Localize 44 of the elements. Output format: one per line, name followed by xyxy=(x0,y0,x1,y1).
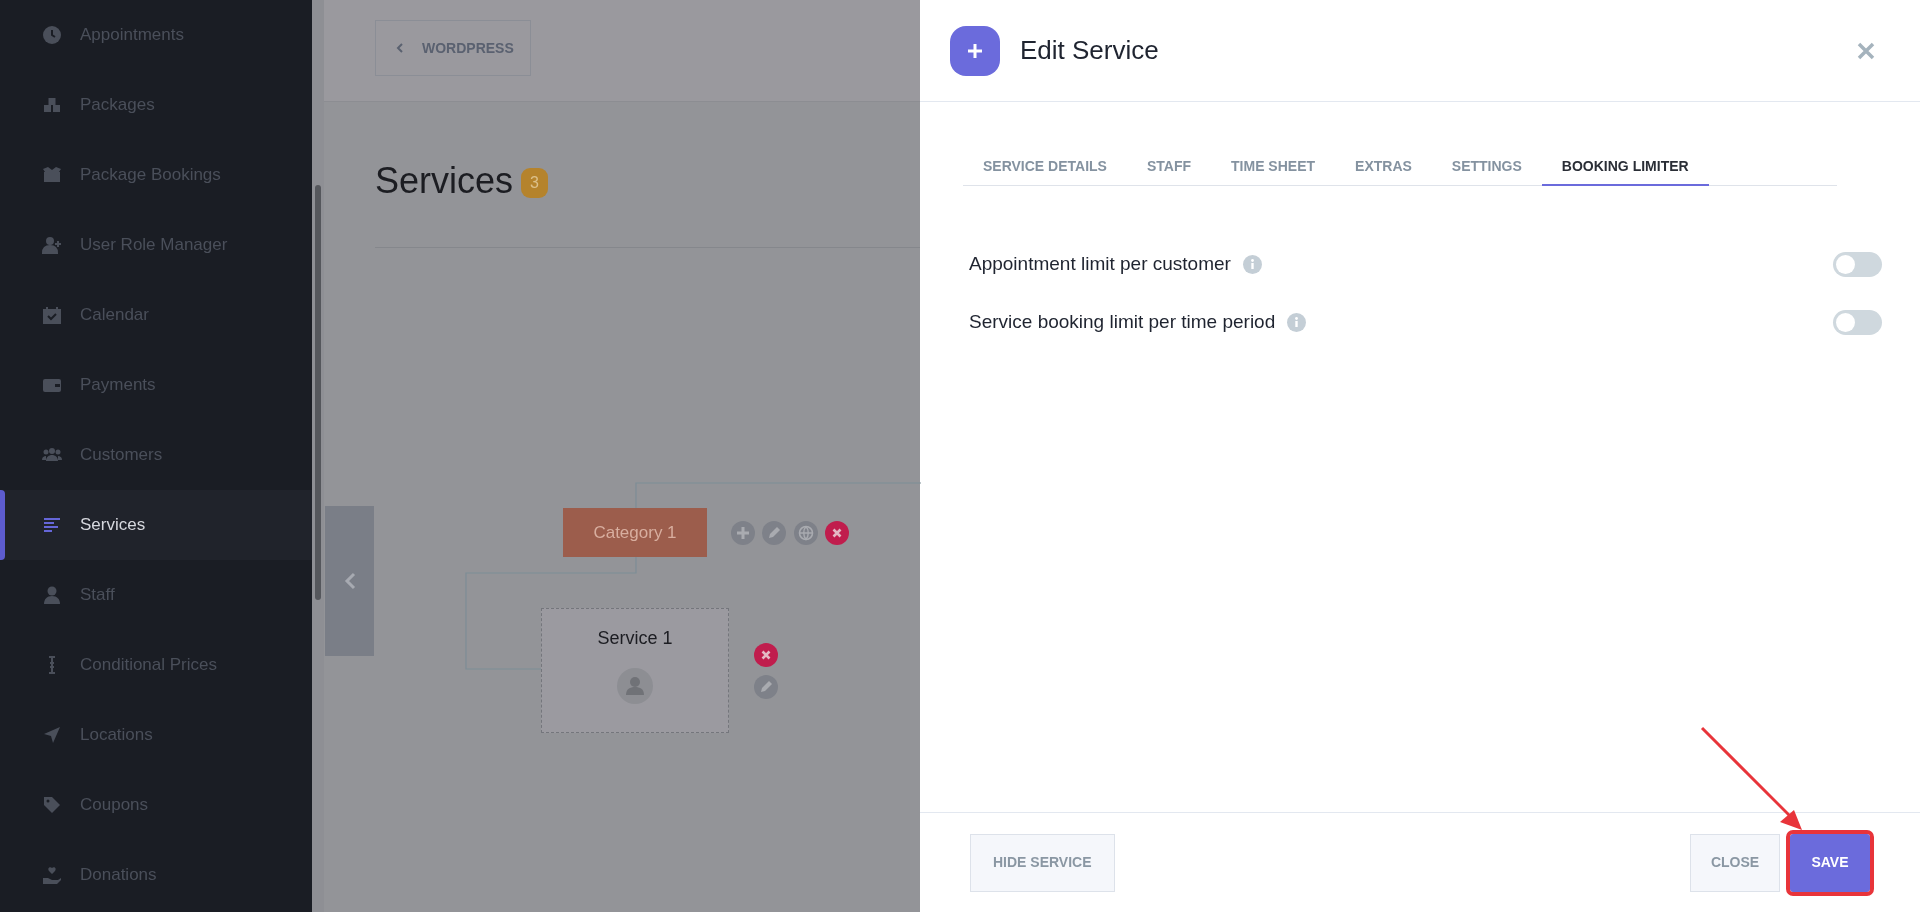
toggle-switch[interactable] xyxy=(1833,251,1882,277)
modal-title: Edit Service xyxy=(1020,34,1159,67)
collapse-handle[interactable] xyxy=(325,506,374,656)
tab[interactable]: SERVICE DETAILS xyxy=(963,149,1127,186)
close-icon[interactable] xyxy=(1856,40,1876,61)
count-badge: 3 xyxy=(521,168,548,198)
tab[interactable]: SETTINGS xyxy=(1431,149,1542,186)
info-icon xyxy=(1242,254,1262,274)
menu-item-icon xyxy=(42,515,62,535)
menu-item-icon xyxy=(42,305,62,325)
globe-icon[interactable] xyxy=(794,521,818,545)
tab[interactable]: EXTRAS xyxy=(1335,149,1432,186)
edit-icon[interactable] xyxy=(762,521,786,545)
tab[interactable]: BOOKING LIMITER xyxy=(1541,149,1709,186)
toggle-switch[interactable] xyxy=(1833,309,1882,335)
tab[interactable]: TIME SHEET xyxy=(1211,149,1336,186)
scrollbar[interactable] xyxy=(312,0,324,912)
menu-item-icon xyxy=(42,165,62,185)
setting-label: Appointment limit per customer xyxy=(969,251,1231,276)
tab[interactable]: STAFF xyxy=(1126,149,1212,186)
menu-item-icon xyxy=(42,865,62,885)
add-icon[interactable] xyxy=(731,521,755,545)
close-button[interactable]: CLOSE xyxy=(1690,833,1780,892)
avatar-icon xyxy=(617,668,653,704)
menu-item-icon xyxy=(42,25,62,45)
service-card[interactable]: Service 1 xyxy=(541,608,729,733)
menu-item-icon xyxy=(42,235,62,255)
menu-item-icon xyxy=(42,725,62,745)
delete-icon[interactable] xyxy=(754,643,778,667)
category-node[interactable]: Category 1 xyxy=(563,508,707,557)
hide-service-button[interactable]: HIDE SERVICE xyxy=(970,833,1115,892)
plus-icon xyxy=(950,25,1000,76)
menu-item-icon xyxy=(42,795,62,815)
menu-item-icon xyxy=(42,95,62,115)
menu-item-icon xyxy=(42,585,62,605)
chevron-left-icon xyxy=(396,43,404,53)
page-title: Services xyxy=(375,159,514,203)
setting-label: Service booking limit per time period xyxy=(969,309,1276,334)
info-icon xyxy=(1287,312,1307,332)
chevron-left-icon xyxy=(343,572,356,590)
back-button[interactable]: WORDPRESS xyxy=(375,20,531,76)
sidebar-item[interactable]: Services xyxy=(0,490,312,560)
edit-icon[interactable] xyxy=(754,675,778,699)
delete-icon[interactable] xyxy=(825,521,849,545)
